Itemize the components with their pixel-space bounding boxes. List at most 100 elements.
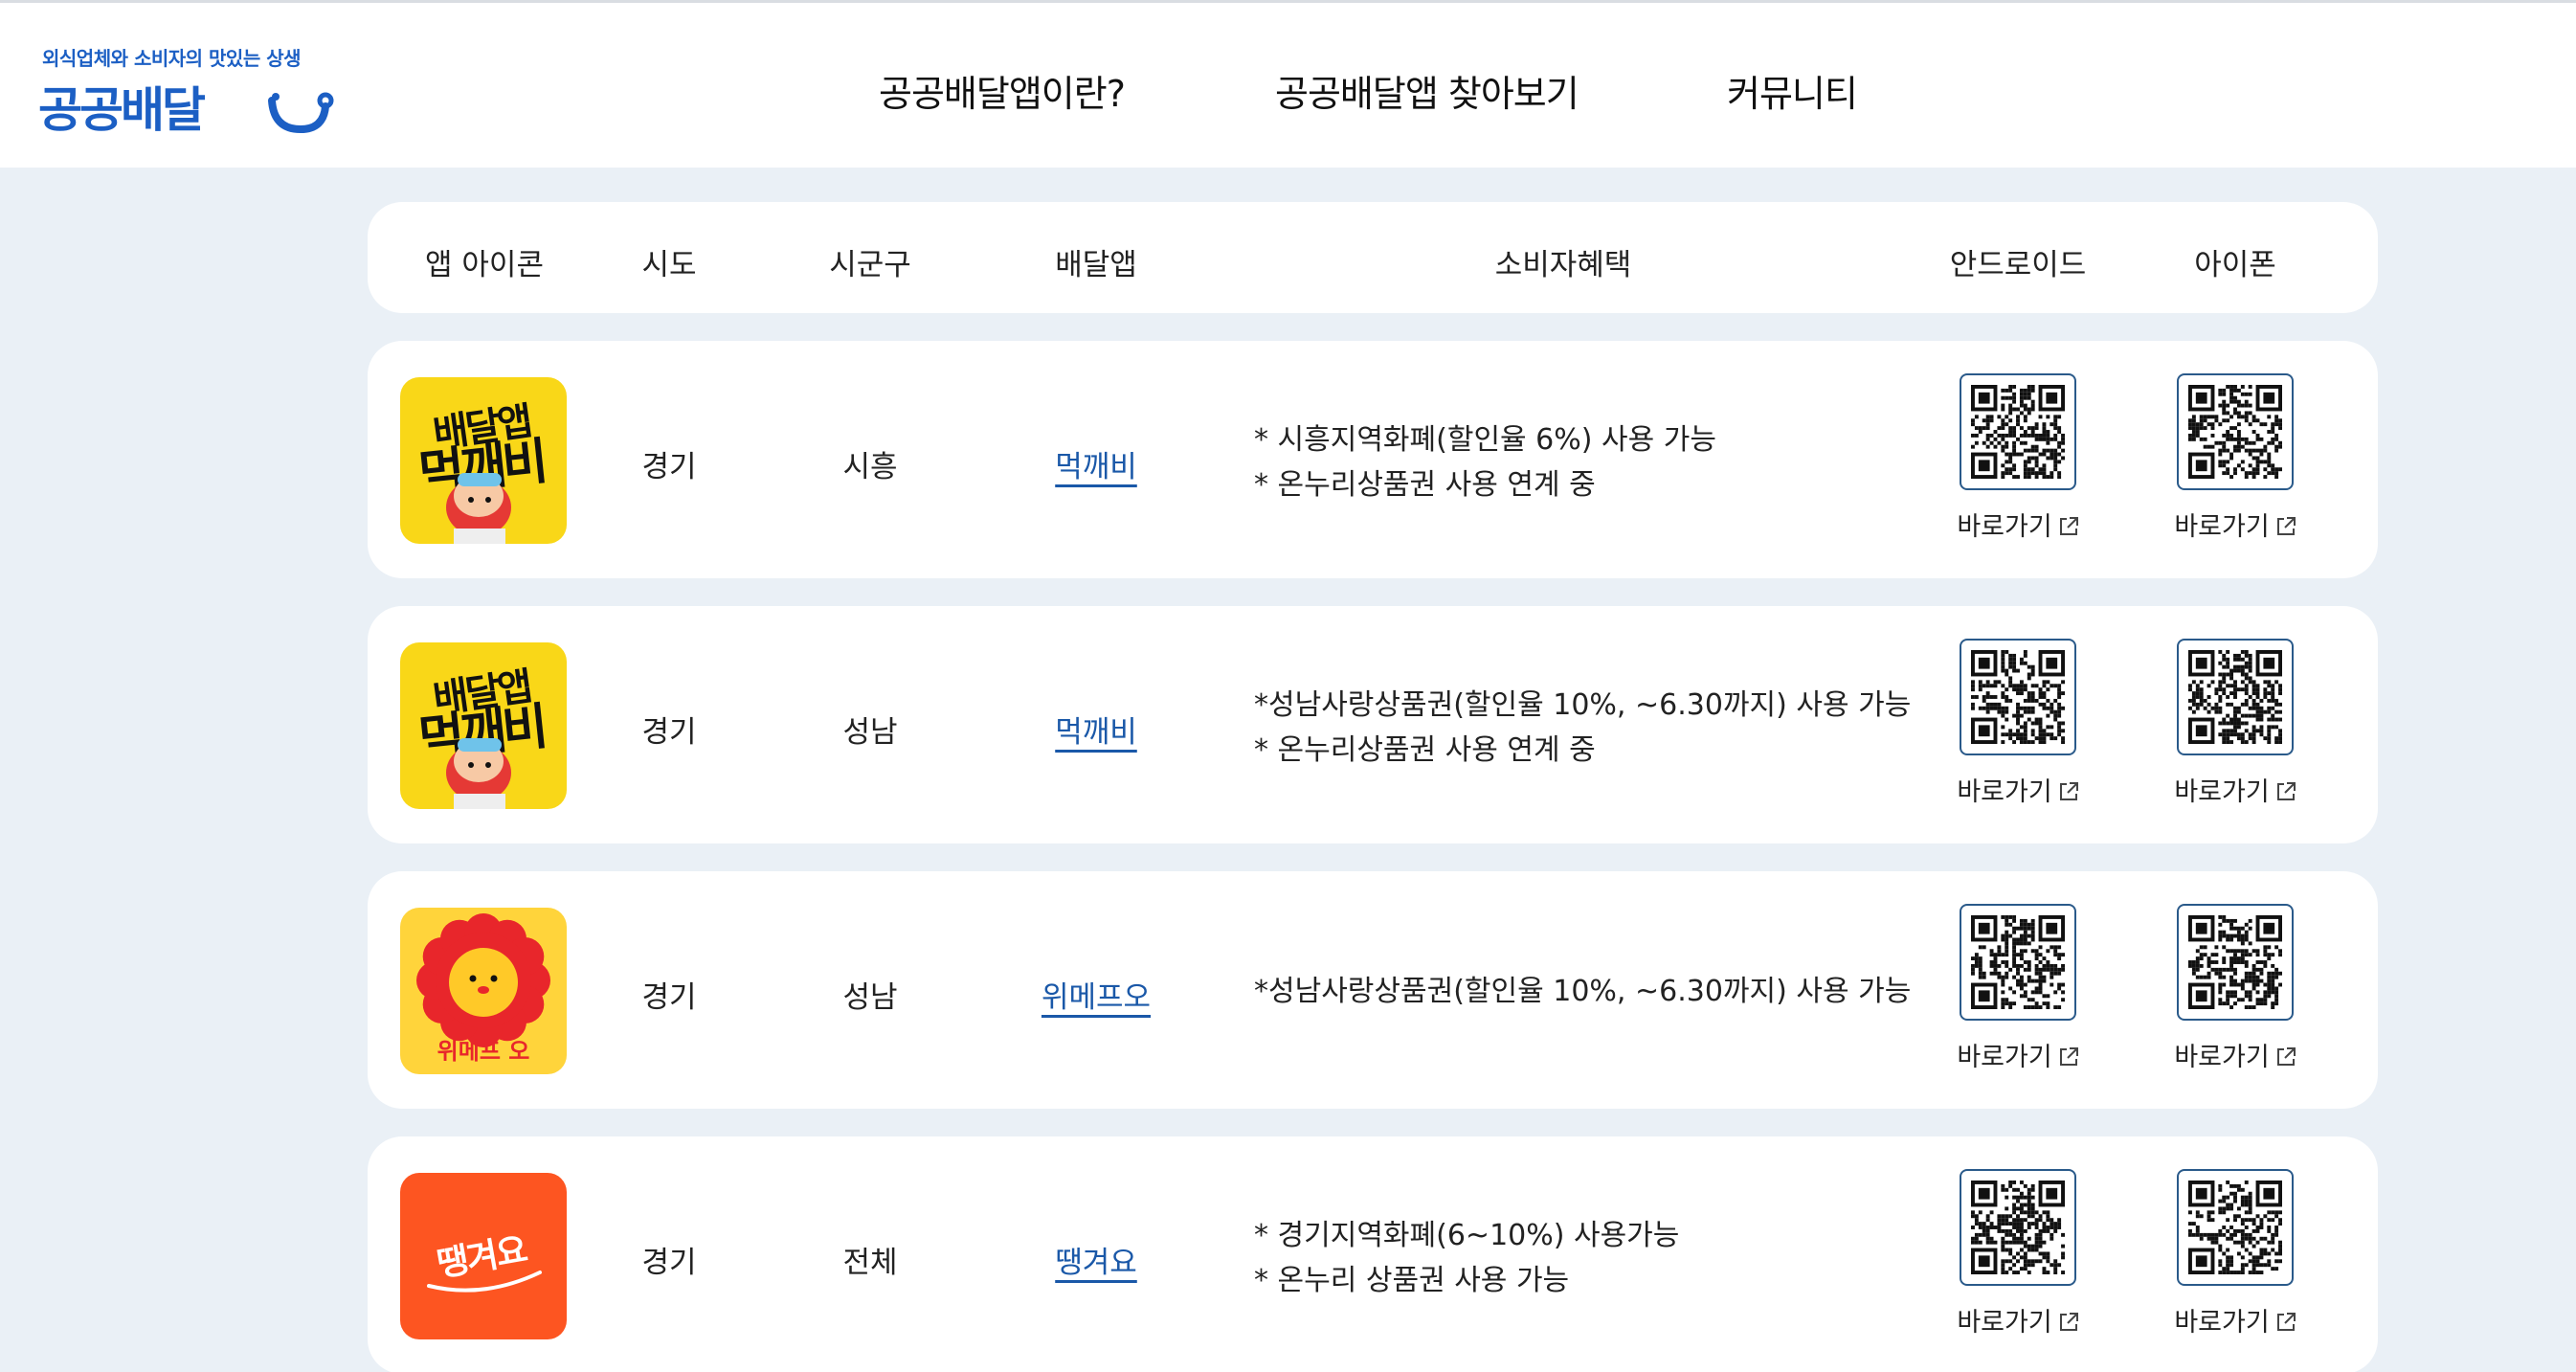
column-header-benefits: 소비자혜택 xyxy=(1494,248,1632,282)
external-link-icon xyxy=(2059,1313,2078,1331)
delivery-app-link[interactable]: 먹깨비 xyxy=(1055,450,1137,484)
benefit-line: * 시흥지역화폐(할인율 6%) 사용 가능 xyxy=(1254,423,1716,457)
external-link-icon xyxy=(2059,517,2078,535)
qr-pattern-icon xyxy=(1971,1181,2065,1274)
app-icon: 배달앱 먹깨비 xyxy=(400,642,567,809)
iphone-qr-code xyxy=(2177,373,2294,490)
android-cell: 바로가기 xyxy=(1954,1169,2082,1338)
logo-tagline: 외식업체와 소비자의 맛있는 상생 xyxy=(42,47,302,70)
external-link-icon xyxy=(2276,782,2296,800)
sigungu-cell: 시흥 xyxy=(842,450,898,484)
external-link-icon xyxy=(2059,782,2078,800)
android-cell: 바로가기 xyxy=(1954,904,2082,1073)
iphone-goto-link[interactable]: 바로가기 xyxy=(2174,771,2296,808)
column-header-sido: 시도 xyxy=(641,248,697,282)
android-qr-code xyxy=(1960,373,2076,490)
app-icon: 위메프 오 xyxy=(400,908,567,1074)
goto-label: 바로가기 xyxy=(1957,1043,2052,1072)
goto-label: 바로가기 xyxy=(2174,1308,2270,1338)
qr-pattern-icon xyxy=(2188,385,2282,479)
site-logo[interactable]: 외식업체와 소비자의 맛있는 상생 공공배달 xyxy=(38,37,345,138)
delivery-app-link[interactable]: 먹깨비 xyxy=(1055,715,1137,750)
delivery-app-cell: 먹깨비 xyxy=(1055,442,1137,485)
benefits-cell: * 시흥지역화폐(할인율 6%) 사용 가능 * 온누리상품권 사용 연계 중 xyxy=(1254,417,1716,507)
android-goto-link[interactable]: 바로가기 xyxy=(1957,1036,2078,1073)
qr-pattern-icon xyxy=(2188,650,2282,744)
benefits-cell: *성남사랑상품권(할인율 10%, ~6.30까지) 사용 가능 * 온누리상품권… xyxy=(1254,683,1911,773)
benefit-line: *성남사랑상품권(할인율 10%, ~6.30까지) 사용 가능 xyxy=(1254,975,1912,1008)
qr-pattern-icon xyxy=(1971,915,2065,1009)
iphone-goto-link[interactable]: 바로가기 xyxy=(2174,506,2296,543)
iphone-cell: 바로가기 xyxy=(2171,904,2299,1073)
table-row: 배달앱 먹깨비 경기 시흥 먹깨비 * 시흥지역화폐(할인율 6%) 사용 가능 *… xyxy=(368,341,2378,578)
delivery-app-cell: 먹깨비 xyxy=(1055,708,1137,751)
delivery-app-link[interactable]: 땡겨요 xyxy=(1055,1246,1137,1280)
delivery-app-cell: 위메프오 xyxy=(1042,973,1151,1016)
meokkaebi-app-icon: 배달앱먹깨비 xyxy=(400,642,567,809)
sido-cell: 경기 xyxy=(641,450,697,484)
iphone-qr-code xyxy=(2177,1169,2294,1286)
nav-community[interactable]: 커뮤니티 xyxy=(1727,64,1858,117)
table-row: 배달앱 먹깨비 경기 성남 먹깨비 *성남사랑상품권(할인율 10%, ~6.30… xyxy=(368,606,2378,843)
android-goto-link[interactable]: 바로가기 xyxy=(1957,506,2078,543)
sigungu-cell: 성남 xyxy=(842,980,898,1015)
benefit-line: * 온누리상품권 사용 연계 중 xyxy=(1254,468,1596,502)
svg-text:위메프 오: 위메프 오 xyxy=(437,1038,530,1065)
site-header: 외식업체와 소비자의 맛있는 상생 공공배달 공공배달앱이란? 공공배달앱 찾아… xyxy=(0,3,2576,168)
column-header-app-icon: 앱 아이콘 xyxy=(425,248,544,282)
benefit-line: *성남사랑상품권(할인율 10%, ~6.30까지) 사용 가능 xyxy=(1254,688,1912,722)
column-header-iphone: 아이폰 xyxy=(2194,248,2276,282)
benefits-cell: * 경기지역화폐(6~10%) 사용가능 * 온누리 상품권 사용 가능 xyxy=(1254,1213,1679,1303)
iphone-goto-link[interactable]: 바로가기 xyxy=(2174,1036,2296,1073)
column-header-android: 안드로이드 xyxy=(1949,248,2087,282)
sido-cell: 경기 xyxy=(641,715,697,750)
nav-find-apps[interactable]: 공공배달앱 찾아보기 xyxy=(1275,64,1579,117)
android-qr-code xyxy=(1960,1169,2076,1286)
android-goto-link[interactable]: 바로가기 xyxy=(1957,1301,2078,1338)
nav-about[interactable]: 공공배달앱이란? xyxy=(879,64,1126,117)
logo-smile-icon xyxy=(268,92,334,134)
app-icon: 땡겨요 xyxy=(400,1173,567,1339)
external-link-icon xyxy=(2059,1047,2078,1066)
goto-label: 바로가기 xyxy=(1957,1308,2052,1338)
android-goto-link[interactable]: 바로가기 xyxy=(1957,771,2078,808)
goto-label: 바로가기 xyxy=(1957,777,2052,807)
sido-cell: 경기 xyxy=(641,980,697,1015)
external-link-icon xyxy=(2276,1313,2296,1331)
goto-label: 바로가기 xyxy=(2174,512,2270,542)
iphone-cell: 바로가기 xyxy=(2171,1169,2299,1338)
delivery-app-link[interactable]: 위메프오 xyxy=(1042,980,1151,1015)
external-link-icon xyxy=(2276,517,2296,535)
sido-cell: 경기 xyxy=(641,1246,697,1280)
android-cell: 바로가기 xyxy=(1954,373,2082,543)
android-qr-code xyxy=(1960,639,2076,755)
sigungu-cell: 성남 xyxy=(842,715,898,750)
iphone-qr-code xyxy=(2177,904,2294,1021)
table-row: 땡겨요 경기 전체 땡겨요 * 경기지역화폐(6~10%) 사용가능 * 온누리 … xyxy=(368,1136,2378,1372)
delivery-app-cell: 땡겨요 xyxy=(1055,1238,1137,1281)
app-icon: 배달앱 먹깨비 xyxy=(400,377,567,544)
logo-title: 공공배달 xyxy=(38,82,206,138)
iphone-goto-link[interactable]: 바로가기 xyxy=(2174,1301,2296,1338)
benefits-cell: *성남사랑상품권(할인율 10%, ~6.30까지) 사용 가능 xyxy=(1254,969,1911,1014)
benefit-line: * 경기지역화폐(6~10%) 사용가능 xyxy=(1254,1219,1680,1252)
qr-pattern-icon xyxy=(1971,650,2065,744)
ttaenggyeoyo-app-icon: 땡겨요 xyxy=(400,1173,567,1339)
sigungu-cell: 전체 xyxy=(842,1246,898,1280)
table-row: 위메프 오 경기 성남 위메프오 *성남사랑상품권(할인율 10%, ~6.30… xyxy=(368,871,2378,1109)
benefit-line: * 온누리상품권 사용 연계 중 xyxy=(1254,733,1596,767)
table-header: 앱 아이콘 시도 시군구 배달앱 소비자혜택 안드로이드 아이폰 xyxy=(368,202,2378,313)
external-link-icon xyxy=(2276,1047,2296,1066)
android-qr-code xyxy=(1960,904,2076,1021)
qr-pattern-icon xyxy=(2188,1181,2282,1274)
iphone-cell: 바로가기 xyxy=(2171,373,2299,543)
column-header-sigungu: 시군구 xyxy=(829,248,911,282)
benefit-line: * 온누리 상품권 사용 가능 xyxy=(1254,1264,1570,1297)
qr-pattern-icon xyxy=(2188,915,2282,1009)
qr-pattern-icon xyxy=(1971,385,2065,479)
meokkaebi-app-icon: 배달앱먹깨비 xyxy=(400,377,567,544)
goto-label: 바로가기 xyxy=(2174,777,2270,807)
wemakeprice-o-app-icon: 위메프 오 xyxy=(400,908,567,1074)
goto-label: 바로가기 xyxy=(2174,1043,2270,1072)
android-cell: 바로가기 xyxy=(1954,639,2082,808)
